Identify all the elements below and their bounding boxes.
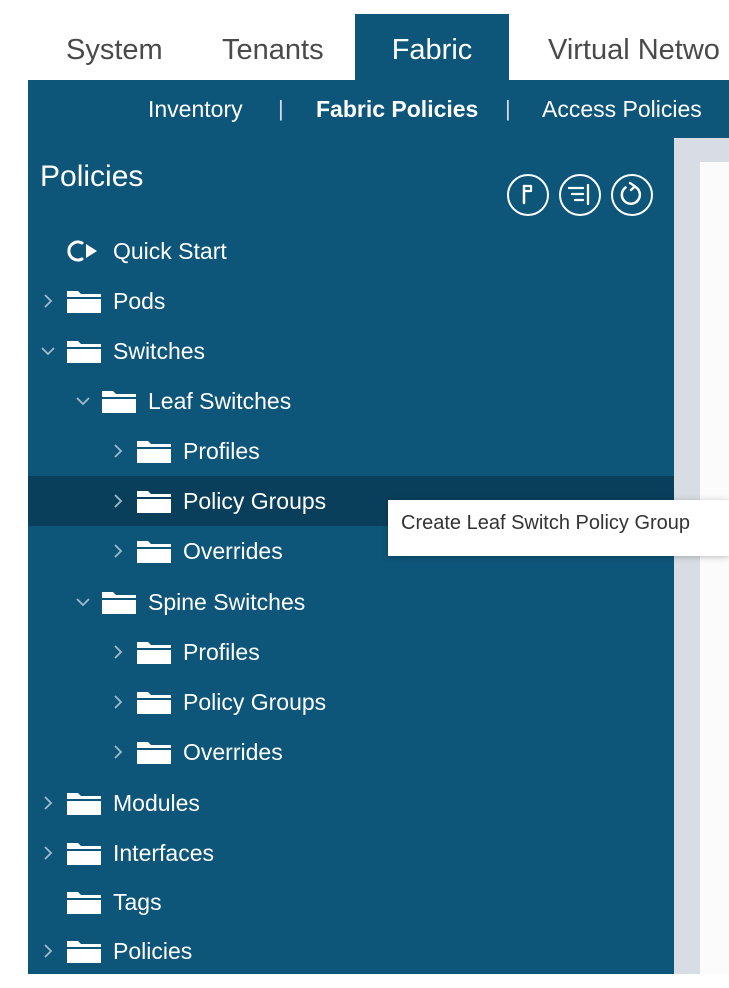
folder-icon <box>101 387 137 415</box>
tree-item-label: Quick Start <box>113 238 227 264</box>
chevron-right-icon[interactable] <box>38 793 58 813</box>
tree-item-label: Leaf Switches <box>148 388 292 414</box>
top-tab-bar: System Tenants Fabric Virtual Netwo <box>0 14 729 80</box>
tree-item-modules[interactable]: Modules <box>28 778 674 828</box>
chevron-right-icon[interactable] <box>108 441 128 461</box>
tree-item-spine-profiles[interactable]: Profiles <box>28 627 674 677</box>
folder-icon <box>136 688 172 716</box>
tab-system[interactable]: System <box>66 14 163 80</box>
tree-item-label: Policy Groups <box>183 689 327 715</box>
tree-item-pods[interactable]: Pods <box>28 276 674 326</box>
subnav-separator: | <box>278 96 284 121</box>
chevron-right-icon[interactable] <box>108 642 128 662</box>
folder-icon <box>136 487 172 515</box>
tooltip: Create Leaf Switch Policy Group <box>388 500 729 556</box>
tooltip-text: Create Leaf Switch Policy Group <box>401 512 691 534</box>
tree-item-label: Overrides <box>183 538 283 564</box>
chevron-down-icon[interactable] <box>73 391 93 411</box>
subnav-fabric-policies[interactable]: Fabric Policies <box>316 80 478 138</box>
folder-icon <box>136 437 172 465</box>
folder-icon <box>136 537 172 565</box>
tree-item-label: Policy Groups <box>183 488 327 514</box>
tree-item-label: Tags <box>113 889 162 915</box>
subnav-separator: | <box>505 96 511 121</box>
tree-item-spine-overrides[interactable]: Overrides <box>28 727 674 777</box>
tree-item-label: Spine Switches <box>148 589 306 615</box>
list-icon[interactable] <box>559 174 601 216</box>
tree-item-interfaces[interactable]: Interfaces <box>28 828 674 878</box>
tab-tenants[interactable]: Tenants <box>222 14 324 80</box>
tree-item-label: Profiles <box>183 639 260 665</box>
chevron-down-icon[interactable] <box>38 341 58 361</box>
folder-icon <box>136 738 172 766</box>
tree-item-policies[interactable]: Policies <box>28 926 674 976</box>
tree-item-label: Modules <box>113 790 200 816</box>
folder-icon <box>136 638 172 666</box>
tree-item-label: Interfaces <box>113 840 214 866</box>
app-frame: System Tenants Fabric Virtual Netwo Inve… <box>0 0 729 988</box>
sub-nav-bar: Inventory | Fabric Policies | Access Pol… <box>28 80 729 138</box>
tab-fabric[interactable]: Fabric <box>355 14 509 80</box>
folder-icon <box>66 337 102 365</box>
tree-item-label: Profiles <box>183 438 260 464</box>
subnav-access-policies[interactable]: Access Policies <box>542 80 702 138</box>
tree-item-label: Switches <box>113 338 206 364</box>
tree-item-leaf-switches[interactable]: Leaf Switches <box>28 376 674 426</box>
chevron-right-icon[interactable] <box>108 541 128 561</box>
tree-item-spine-policy-groups[interactable]: Policy Groups <box>28 677 674 727</box>
folder-icon <box>66 789 102 817</box>
tree-item-quick-start[interactable]: Quick Start <box>28 226 674 276</box>
quick-start-icon <box>66 237 102 265</box>
subnav-inventory[interactable]: Inventory <box>148 80 243 138</box>
content-area <box>700 162 729 974</box>
folder-icon <box>66 287 102 315</box>
folder-icon <box>101 588 137 616</box>
chevron-right-icon[interactable] <box>108 742 128 762</box>
tree-item-leaf-profiles[interactable]: Profiles <box>28 426 674 476</box>
panel-title: Policies <box>40 160 144 193</box>
tab-virtual-networking[interactable]: Virtual Netwo <box>548 14 729 80</box>
folder-icon <box>66 888 102 916</box>
tree-item-switches[interactable]: Switches <box>28 326 674 376</box>
tree-item-spine-switches[interactable]: Spine Switches <box>28 577 674 627</box>
chevron-right-icon[interactable] <box>38 843 58 863</box>
chevron-right-icon[interactable] <box>108 692 128 712</box>
tree-item-label: Overrides <box>183 739 283 765</box>
chevron-down-icon[interactable] <box>73 592 93 612</box>
tree-item-label: Pods <box>113 288 166 314</box>
chevron-right-icon[interactable] <box>108 491 128 511</box>
flag-icon[interactable] <box>507 174 549 216</box>
folder-icon <box>66 839 102 867</box>
refresh-icon[interactable] <box>611 174 653 216</box>
tree-item-tags[interactable]: Tags <box>28 877 674 927</box>
tree-item-label: Policies <box>113 938 193 964</box>
folder-icon <box>66 937 102 965</box>
chevron-right-icon[interactable] <box>38 941 58 961</box>
chevron-right-icon[interactable] <box>38 291 58 311</box>
